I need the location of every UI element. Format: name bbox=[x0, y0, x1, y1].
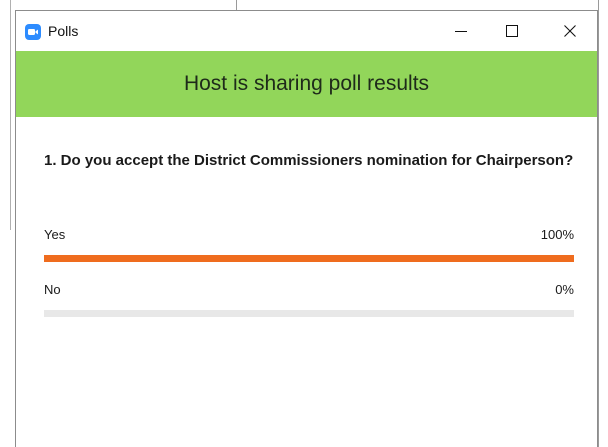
window-title: Polls bbox=[48, 23, 79, 39]
option-percent: 100% bbox=[540, 227, 574, 242]
option-label: No bbox=[44, 282, 61, 297]
background-window-edge bbox=[598, 0, 599, 447]
banner-text: Host is sharing poll results bbox=[183, 72, 430, 95]
background-window-edge bbox=[10, 0, 11, 230]
poll-option-yes: Yes 100% bbox=[44, 227, 574, 262]
result-bar-track bbox=[44, 255, 574, 262]
minimize-button[interactable] bbox=[438, 11, 484, 51]
minimize-icon bbox=[455, 31, 467, 32]
title-bar[interactable]: Polls bbox=[16, 11, 597, 51]
poll-question: 1. Do you accept the District Commission… bbox=[44, 152, 574, 169]
close-button[interactable] bbox=[547, 11, 593, 51]
screen: Polls Host is sharing poll results 1. Do… bbox=[0, 0, 608, 447]
maximize-icon bbox=[506, 25, 518, 37]
close-icon bbox=[564, 25, 576, 37]
option-percent: 0% bbox=[555, 282, 574, 297]
zoom-camera-icon bbox=[25, 24, 41, 40]
sharing-banner: Host is sharing poll results bbox=[16, 51, 597, 117]
result-bar-track bbox=[44, 310, 574, 317]
polls-window: Polls Host is sharing poll results 1. Do… bbox=[15, 10, 598, 447]
result-bar-fill bbox=[44, 255, 574, 262]
maximize-button[interactable] bbox=[489, 11, 535, 51]
background-window-edge bbox=[236, 0, 237, 10]
option-label: Yes bbox=[44, 227, 66, 242]
poll-option-no: No 0% bbox=[44, 282, 574, 317]
